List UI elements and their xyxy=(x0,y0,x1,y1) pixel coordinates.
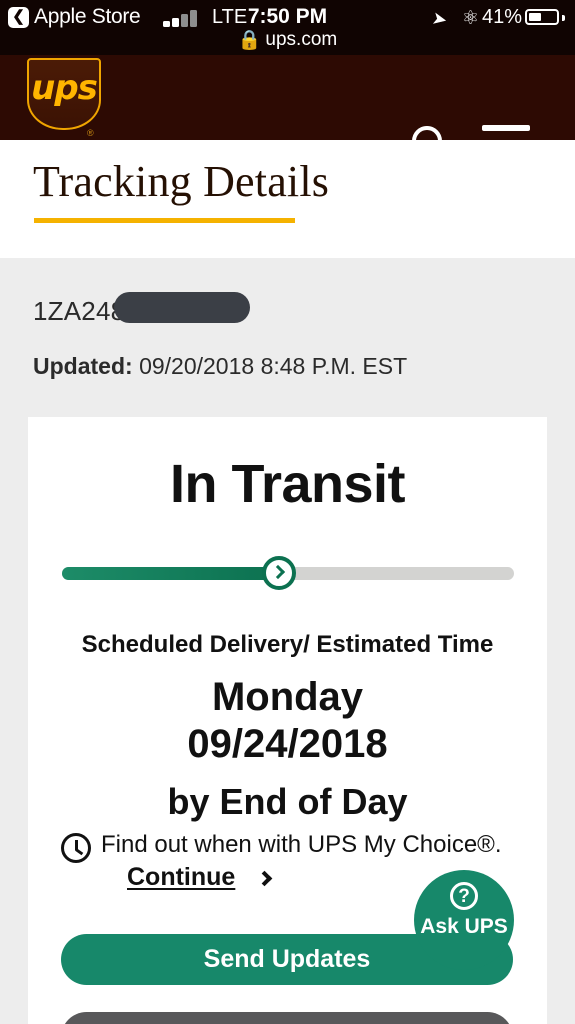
ios-status-bar: ❮ Apple Store LTE 7:50 PM ➤ ⚛ 41% 🔒 ups.c… xyxy=(0,0,575,55)
lock-icon: 🔒 xyxy=(237,30,262,51)
delivery-date: 09/24/2018 xyxy=(187,722,388,766)
title-underline-rule xyxy=(34,218,295,223)
question-mark-icon: ? xyxy=(450,882,478,910)
ask-ups-button[interactable]: ? Ask UPS xyxy=(414,870,514,970)
chevron-right-icon xyxy=(270,564,286,580)
shield-shape: ups xyxy=(27,58,101,130)
url-text-wrap: 🔒 ups.com xyxy=(238,28,337,52)
browser-url-bar[interactable]: 🔒 ups.com xyxy=(0,28,575,55)
shipment-progress-bar xyxy=(62,556,514,590)
ask-ups-label: Ask UPS xyxy=(420,915,508,938)
battery-icon xyxy=(525,9,565,25)
shipment-status-heading: In Transit xyxy=(169,454,406,514)
last-updated-value: 09/20/2018 8:48 P.M. EST xyxy=(139,353,408,379)
registered-trademark-mark: ® xyxy=(87,128,94,138)
clock-hand-minute xyxy=(75,848,84,855)
bluetooth-icon: ⚛ xyxy=(462,8,480,29)
progress-fill xyxy=(62,567,279,580)
scheduled-delivery-label: Scheduled Delivery/ Estimated Time xyxy=(81,631,494,658)
delivery-time-window: by End of Day xyxy=(167,781,408,822)
phone-screen: ❮ Apple Store LTE 7:50 PM ➤ ⚛ 41% 🔒 ups.c… xyxy=(0,0,575,1024)
continue-link[interactable]: Continue xyxy=(127,863,235,892)
progress-knob-chevron-right-icon[interactable] xyxy=(261,556,296,590)
clock-icon xyxy=(61,833,91,863)
battery-tip xyxy=(562,15,565,21)
battery-percent-label: 41% xyxy=(482,6,523,28)
status-bar-top-row: ❮ Apple Store LTE 7:50 PM ➤ ⚛ 41% xyxy=(0,2,575,30)
url-text: ups.com xyxy=(265,29,338,50)
my-choice-text: Find out when with UPS My Choice®. xyxy=(101,831,502,858)
delivery-day: Monday xyxy=(211,675,364,719)
ups-shield-logo[interactable]: ups ® xyxy=(27,58,101,138)
last-updated-label: Updated: xyxy=(33,353,133,379)
chevron-right-icon[interactable] xyxy=(256,870,273,887)
page-title: Tracking Details xyxy=(33,157,330,206)
last-updated-row: Updated: 09/20/2018 8:48 P.M. EST xyxy=(33,353,407,380)
ups-wordmark: ups xyxy=(31,68,98,108)
ups-site-header: ups ® QUICK START xyxy=(0,55,575,170)
battery-fill xyxy=(529,13,542,21)
secondary-action-button[interactable] xyxy=(61,1012,513,1024)
page-title-band: Tracking Details xyxy=(0,140,575,258)
tracking-number-row: 1ZA248R xyxy=(33,292,250,330)
tracking-number-redaction xyxy=(114,292,250,323)
menu-bar-1 xyxy=(482,125,530,131)
